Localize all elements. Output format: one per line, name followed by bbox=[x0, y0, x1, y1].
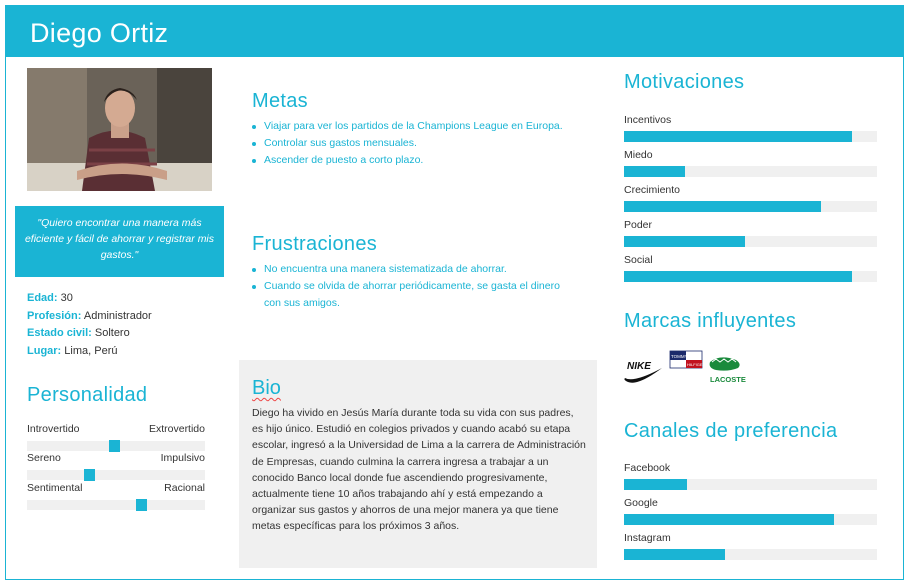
fact-profession: Profesión: Administrador bbox=[27, 308, 152, 326]
bar-fill bbox=[624, 201, 822, 212]
bar-fill bbox=[624, 236, 746, 247]
list-item: Viajar para ver los partidos de la Champ… bbox=[251, 118, 571, 135]
persona-quote: "Quiero encontrar una manera más eficien… bbox=[15, 206, 224, 277]
slider-right-label: Impulsivo bbox=[160, 452, 205, 464]
goals-list: Viajar para ver los partidos de la Champ… bbox=[251, 118, 571, 169]
slider-track[interactable] bbox=[27, 499, 205, 511]
slider-knob[interactable] bbox=[84, 469, 95, 481]
fact-key: Profesión: bbox=[27, 309, 82, 322]
bio-title: Bio bbox=[252, 377, 281, 399]
personality-slider-sentimental-rational[interactable]: Sentimental Racional bbox=[27, 482, 205, 511]
bar-track bbox=[624, 549, 877, 560]
bar-label: Crecimiento bbox=[624, 184, 681, 196]
list-item: Controlar sus gastos mensuales. bbox=[251, 135, 571, 152]
bar-track bbox=[624, 236, 877, 247]
frustrations-list: No encuentra una manera sistematizada de… bbox=[251, 261, 571, 312]
slider-knob[interactable] bbox=[136, 499, 147, 511]
bar-track bbox=[624, 514, 877, 525]
nike-logo: NIKE bbox=[624, 361, 662, 383]
fact-key: Edad: bbox=[27, 292, 58, 304]
list-item: Cuando se olvida de ahorrar periódicamen… bbox=[251, 278, 571, 312]
motivations-title: Motivaciones bbox=[624, 71, 745, 93]
personality-slider-calm-impulsive[interactable]: Sereno Impulsivo bbox=[27, 452, 205, 481]
motivation-bar-social: Social bbox=[624, 254, 877, 282]
slider-left-label: Sentimental bbox=[27, 482, 83, 494]
bar-label: Miedo bbox=[624, 149, 653, 161]
bar-label: Instagram bbox=[624, 532, 671, 544]
bar-track bbox=[624, 479, 877, 490]
persona-name: Diego Ortiz bbox=[30, 18, 169, 48]
personality-title: Personalidad bbox=[27, 384, 148, 406]
slider-track[interactable] bbox=[27, 440, 205, 452]
channel-bar-google: Google bbox=[624, 497, 877, 525]
slider-left-label: Introvertido bbox=[27, 423, 80, 435]
bar-fill bbox=[624, 514, 834, 525]
persona-facts: Edad: 30 Profesión: Administrador Estado… bbox=[27, 290, 152, 360]
brands-title: Marcas influyentes bbox=[624, 310, 797, 332]
frustrations-title: Frustraciones bbox=[252, 233, 378, 255]
bar-fill bbox=[624, 131, 852, 142]
slider-right-label: Extrovertido bbox=[148, 423, 205, 435]
svg-text:NIKE: NIKE bbox=[627, 361, 651, 372]
fact-value: 30 bbox=[60, 292, 73, 304]
bar-label: Poder bbox=[624, 219, 653, 231]
bar-fill bbox=[624, 479, 688, 490]
list-item: Ascender de puesto a corto plazo. bbox=[251, 152, 571, 169]
slider-knob[interactable] bbox=[109, 440, 120, 452]
tommy-hilfiger-logo: TOMMY HILFIGER bbox=[669, 350, 706, 369]
bar-label: Social bbox=[624, 254, 653, 266]
fact-value: Administrador bbox=[83, 309, 152, 322]
bar-track bbox=[624, 166, 877, 177]
fact-marital-status: Estado civil: Soltero bbox=[27, 325, 152, 343]
list-item: No encuentra una manera sistematizada de… bbox=[251, 261, 571, 278]
bar-label: Google bbox=[624, 497, 658, 509]
slider-track[interactable] bbox=[27, 469, 205, 481]
slider-left-label: Sereno bbox=[27, 452, 61, 464]
fact-key: Estado civil: bbox=[27, 327, 92, 339]
fact-value: Soltero bbox=[94, 327, 130, 339]
fact-location: Lugar: Lima, Perú bbox=[27, 343, 152, 361]
goals-title: Metas bbox=[252, 90, 308, 112]
svg-text:TOMMY: TOMMY bbox=[671, 354, 688, 359]
bar-track bbox=[624, 131, 877, 142]
fact-age: Edad: 30 bbox=[27, 290, 152, 308]
lacoste-logo: LACOSTE bbox=[709, 357, 746, 384]
motivation-bar-crecimiento: Crecimiento bbox=[624, 184, 877, 212]
svg-text:HILFIGER: HILFIGER bbox=[687, 362, 706, 367]
bio-panel: Bio Diego ha vivido en Jesús María duran… bbox=[239, 360, 597, 568]
slider-right-label: Racional bbox=[164, 482, 205, 494]
channels-title: Canales de preferencia bbox=[624, 420, 838, 442]
brand-logos: NIKE TOMMY HILFIGER LACOSTE bbox=[624, 350, 754, 390]
motivation-bar-poder: Poder bbox=[624, 219, 877, 247]
motivation-bar-miedo: Miedo bbox=[624, 149, 877, 177]
channel-bar-facebook: Facebook bbox=[624, 462, 877, 490]
bar-fill bbox=[624, 166, 685, 177]
bio-text: Diego ha vivido en Jesús María durante t… bbox=[252, 407, 586, 533]
fact-value: Lima, Perú bbox=[64, 344, 118, 357]
bar-track bbox=[624, 271, 877, 282]
bar-fill bbox=[624, 271, 852, 282]
bar-label: Incentivos bbox=[624, 114, 672, 126]
bar-label: Facebook bbox=[624, 462, 671, 474]
channel-bar-instagram: Instagram bbox=[624, 532, 877, 560]
header-bar: Diego Ortiz bbox=[6, 6, 903, 57]
fact-key: Lugar: bbox=[27, 344, 62, 357]
bar-track bbox=[624, 201, 877, 212]
motivation-bar-incentivos: Incentivos bbox=[624, 114, 877, 142]
personality-slider-introvert-extrovert[interactable]: Introvertido Extrovertido bbox=[27, 423, 205, 452]
persona-photo bbox=[27, 68, 212, 191]
svg-text:LACOSTE: LACOSTE bbox=[710, 375, 746, 384]
bar-fill bbox=[624, 549, 726, 560]
